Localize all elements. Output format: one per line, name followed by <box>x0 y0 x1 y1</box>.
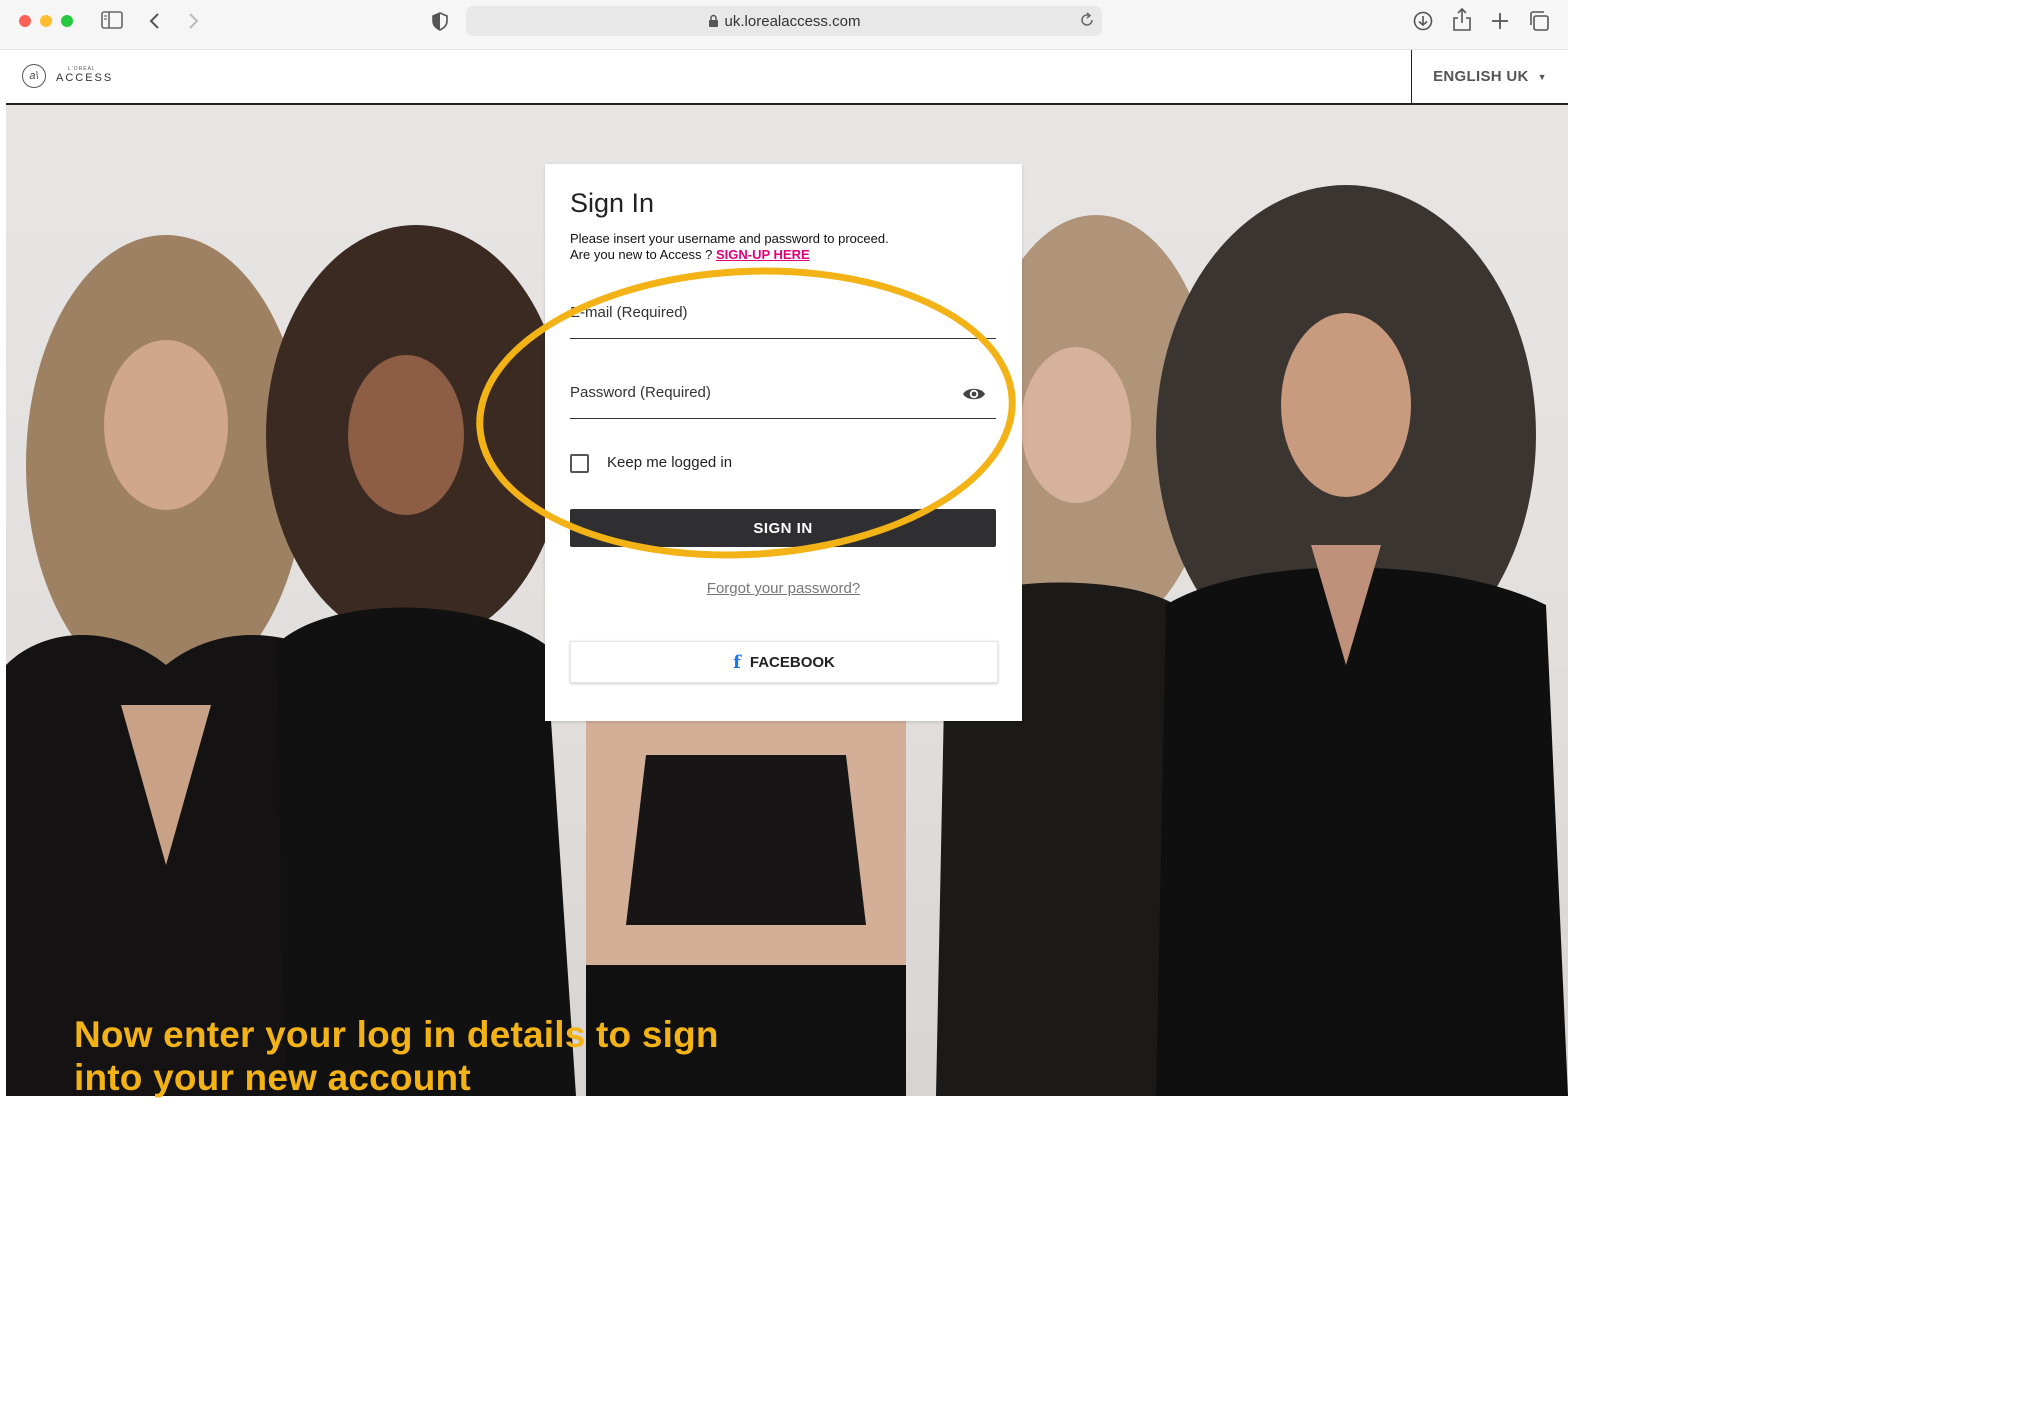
loreal-access-logo-icon[interactable]: a\ <box>22 64 46 88</box>
back-icon[interactable] <box>148 12 162 30</box>
maximize-window-button[interactable] <box>61 15 73 27</box>
language-label: ENGLISH UK <box>1433 68 1529 85</box>
forward-icon[interactable] <box>186 12 200 30</box>
browser-toolbar: uk.lorealaccess.com <box>0 0 1568 50</box>
caret-down-icon: ▼ <box>1537 71 1547 82</box>
site-header: a\ L'ORÉAL ACCESS ENGLISH UK ▼ <box>6 50 1568 105</box>
privacy-shield-icon[interactable] <box>432 12 448 31</box>
lock-icon <box>708 14 718 27</box>
close-window-button[interactable] <box>19 15 31 27</box>
forgot-password-link[interactable]: Forgot your password? <box>545 580 1022 597</box>
facebook-login-button[interactable]: f FACEBOOK <box>570 641 998 683</box>
logo-text: ACCESS <box>56 72 114 84</box>
signup-link[interactable]: SIGN-UP HERE <box>716 247 810 262</box>
url-text: uk.lorealaccess.com <box>724 12 861 30</box>
new-to-access-text: Are you new to Access ? <box>570 247 713 262</box>
signin-subtitle: Please insert your username and password… <box>570 231 889 263</box>
language-selector[interactable]: ENGLISH UK ▼ <box>1411 50 1568 103</box>
tab-overview-icon[interactable] <box>1529 11 1549 31</box>
address-bar[interactable]: uk.lorealaccess.com <box>466 6 1102 36</box>
facebook-icon: f <box>733 651 741 673</box>
minimize-window-button[interactable] <box>40 15 52 27</box>
caption-line-1: Now enter your log in details to sign <box>74 1014 719 1055</box>
share-icon[interactable] <box>1453 8 1471 31</box>
new-tab-icon[interactable] <box>1491 12 1509 30</box>
signin-title: Sign In <box>570 188 655 218</box>
tutorial-caption: Now enter your log in details to sign in… <box>74 1013 834 1099</box>
caption-line-2: into your new account <box>74 1057 471 1098</box>
downloads-icon[interactable] <box>1413 11 1433 31</box>
signin-instructions: Please insert your username and password… <box>570 231 889 246</box>
facebook-button-label: FACEBOOK <box>749 653 835 671</box>
sidebar-toggle-icon[interactable] <box>101 11 123 29</box>
reload-icon[interactable] <box>1079 12 1095 28</box>
signup-prompt: Are you new to Access ? SIGN-UP HERE <box>570 247 889 263</box>
